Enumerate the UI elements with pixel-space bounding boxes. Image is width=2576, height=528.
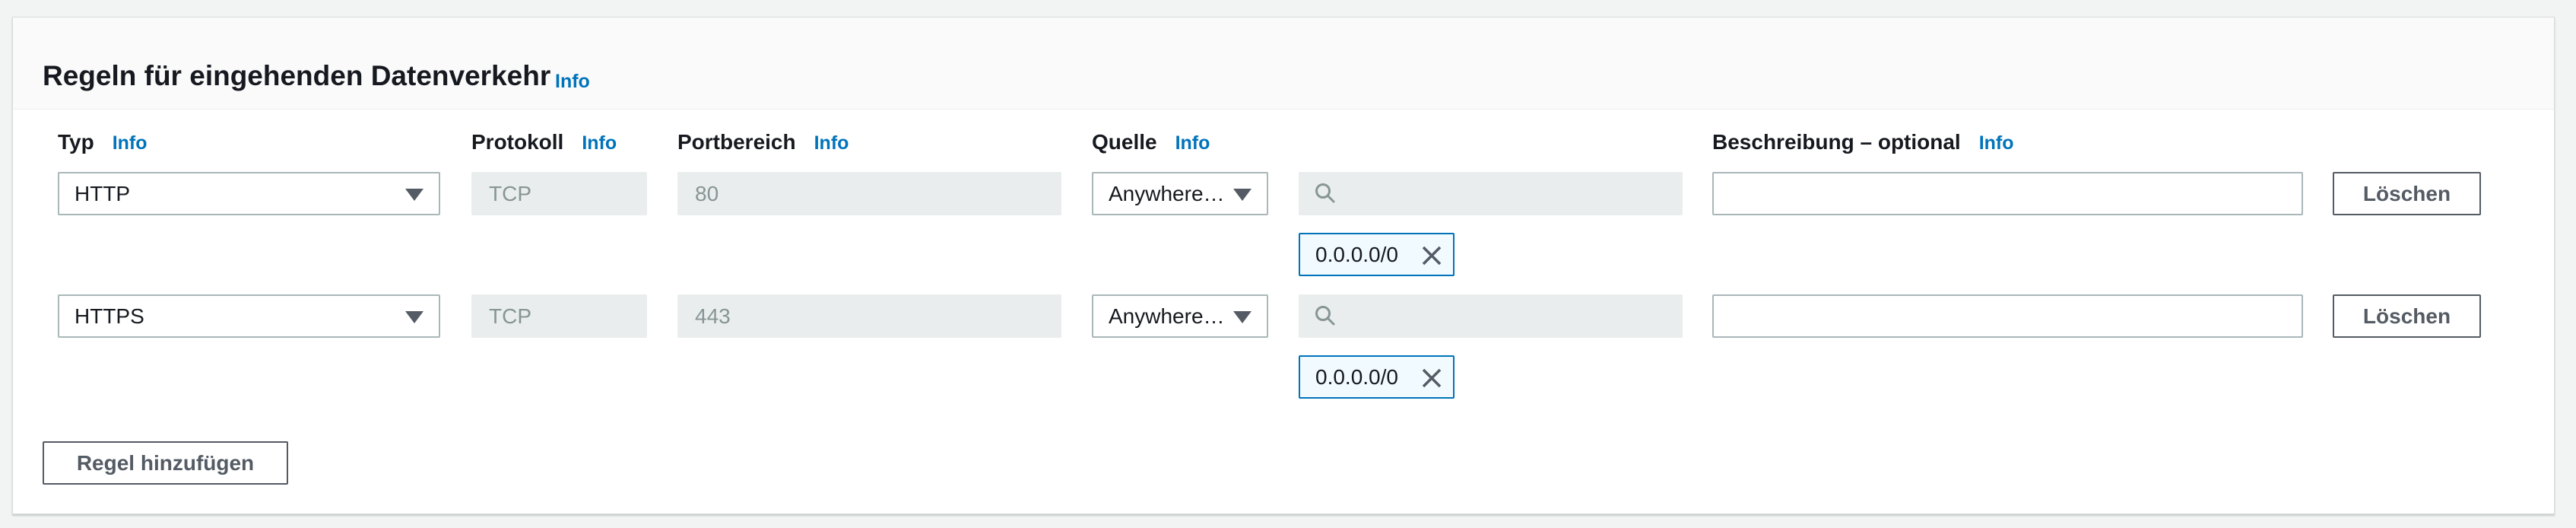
column-label-port-range: Portbereich	[677, 130, 796, 154]
rule-1-source-mode-value: Anywhere…	[1109, 182, 1225, 205]
caret-down-icon	[405, 311, 424, 323]
caret-down-icon	[1233, 189, 1252, 201]
column-label-protocol: Protokoll	[471, 130, 564, 154]
rule-2-source-search-input[interactable]	[1299, 294, 1683, 338]
search-icon	[1315, 306, 1335, 326]
rule-1-source-search-input[interactable]	[1299, 172, 1683, 215]
rule-2-delete-button[interactable]: Löschen	[2333, 294, 2481, 338]
rule-1-source-token: 0.0.0.0/0	[1299, 233, 1455, 276]
search-icon	[1315, 183, 1335, 203]
rule-1-delete-button[interactable]: Löschen	[2333, 172, 2481, 215]
rule-2-source-token-label: 0.0.0.0/0	[1315, 365, 1398, 389]
title-info-link[interactable]: Info	[555, 71, 590, 93]
rule-2-source-select[interactable]: Anywhere…	[1092, 294, 1268, 338]
close-icon[interactable]	[1421, 367, 1442, 389]
add-rule-button[interactable]: Regel hinzufügen	[43, 441, 288, 485]
protocol-info-link[interactable]: Info	[582, 132, 617, 154]
port-range-info-link[interactable]: Info	[814, 132, 849, 154]
source-info-link[interactable]: Info	[1175, 132, 1210, 154]
rule-2-port-range-field: 443	[677, 294, 1061, 338]
panel-title: Regeln für eingehenden Datenverkehr	[43, 60, 551, 91]
column-label-description: Beschreibung – optional	[1712, 130, 1961, 154]
rule-1-protocol-field: TCP	[471, 172, 647, 215]
rule-2-type-value: HTTPS	[75, 304, 144, 328]
rule-1-port-range-field: 80	[677, 172, 1061, 215]
rule-1-source-select[interactable]: Anywhere…	[1092, 172, 1268, 215]
type-info-link[interactable]: Info	[113, 132, 148, 154]
rule-1-description-input[interactable]	[1712, 172, 2303, 215]
rule-1-type-select[interactable]: HTTP	[58, 172, 440, 215]
column-header-port-range: Portbereich Info	[677, 132, 849, 153]
column-header-description: Beschreibung – optional Info	[1712, 132, 2014, 153]
rule-2-source-mode-value: Anywhere…	[1109, 304, 1225, 328]
rule-1-type-value: HTTP	[75, 182, 131, 205]
column-label-source: Quelle	[1092, 130, 1157, 154]
column-header-type: Typ Info	[58, 132, 148, 153]
column-header-protocol: Protokoll Info	[471, 132, 617, 153]
column-label-type: Typ	[58, 130, 94, 154]
rule-2-protocol-field: TCP	[471, 294, 647, 338]
inbound-rules-panel: Regeln für eingehenden Datenverkehr Info…	[12, 17, 2555, 514]
caret-down-icon	[405, 189, 424, 201]
rule-2-description-input[interactable]	[1712, 294, 2303, 338]
column-header-source: Quelle Info	[1092, 132, 1210, 153]
rule-1-source-token-label: 0.0.0.0/0	[1315, 243, 1398, 266]
caret-down-icon	[1233, 311, 1252, 323]
description-info-link[interactable]: Info	[1979, 132, 2014, 154]
rule-2-source-token: 0.0.0.0/0	[1299, 355, 1455, 399]
panel-header: Regeln für eingehenden Datenverkehr Info	[13, 17, 2554, 110]
rule-2-type-select[interactable]: HTTPS	[58, 294, 440, 338]
close-icon[interactable]	[1421, 245, 1442, 266]
